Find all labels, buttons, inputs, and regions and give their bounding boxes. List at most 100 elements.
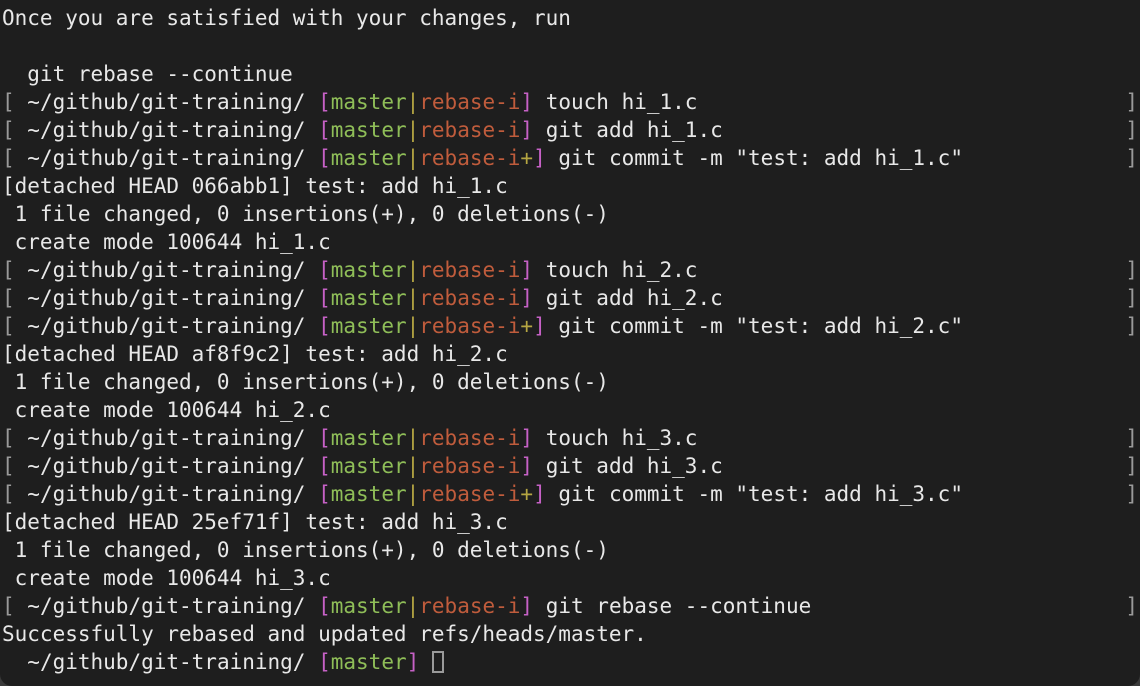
prompt-command-gap <box>533 454 546 478</box>
branch-separator: | <box>406 426 420 450</box>
prompt-path: ~/github/git-training/ <box>14 650 319 674</box>
output-changed-1: 1 file changed, 0 insertions(+), 0 delet… <box>0 200 1140 228</box>
prompt-right-bracket: ] <box>1125 286 1138 310</box>
branch-name: master <box>330 258 407 282</box>
branch-close-bracket: ] <box>520 286 534 310</box>
prompt-command-gap <box>533 258 546 282</box>
branch-open-bracket: [ <box>318 146 331 170</box>
branch-separator: | <box>406 482 420 506</box>
prompt-command-gap <box>533 594 546 618</box>
prompt-path: ~/github/git-training/ <box>14 118 319 142</box>
rebase-state-label: rebase-i <box>419 454 521 478</box>
prompt-right-bracket: ] <box>1125 594 1138 618</box>
terminal-output-text: [detached HEAD 25ef71f] test: add hi_3.c <box>2 510 508 534</box>
prompt-command: touch hi_3.c <box>545 426 698 450</box>
branch-separator: | <box>406 146 420 170</box>
prompt-command: git commit -m "test: add hi_2.c" <box>558 314 963 338</box>
prompt-left-bracket: [ <box>2 482 15 506</box>
prompt-add-1: [ ~/github/git-training/ [master|rebase-… <box>0 116 1140 144</box>
prompt-left-bracket: [ <box>2 258 15 282</box>
branch-open-bracket: [ <box>318 482 331 506</box>
rebase-state-label: rebase-i <box>419 286 521 310</box>
prompt-left-bracket: [ <box>2 118 15 142</box>
prompt-command: touch hi_1.c <box>545 90 698 114</box>
prompt-left-bracket: [ <box>2 286 15 310</box>
branch-open-bracket: [ <box>318 258 331 282</box>
terminal-output-text: 1 file changed, 0 insertions(+), 0 delet… <box>2 202 609 226</box>
rebase-state-label: rebase-i <box>419 258 521 282</box>
branch-name: master <box>330 90 407 114</box>
hint-command: git rebase --continue <box>0 60 1140 88</box>
dirty-marker: + <box>520 482 534 506</box>
terminal-output-text: create mode 100644 hi_1.c <box>2 230 331 254</box>
branch-close-bracket: ] <box>520 454 534 478</box>
terminal-window[interactable]: Once you are satisfied with your changes… <box>0 0 1140 686</box>
branch-open-bracket: [ <box>318 426 331 450</box>
prompt-command-gap <box>546 482 559 506</box>
branch-close-bracket: ] <box>533 482 546 506</box>
branch-open-bracket: [ <box>318 650 331 674</box>
branch-open-bracket: [ <box>318 594 331 618</box>
branch-name: master <box>330 482 407 506</box>
branch-separator: | <box>406 118 420 142</box>
rebase-state-label: rebase-i <box>419 314 521 338</box>
prompt-commit-3: [ ~/github/git-training/ [master|rebase-… <box>0 480 1140 508</box>
terminal-screen[interactable]: Once you are satisfied with your changes… <box>0 0 1140 676</box>
branch-separator: | <box>406 258 420 282</box>
terminal-output-text: create mode 100644 hi_3.c <box>2 566 331 590</box>
prompt-path: ~/github/git-training/ <box>14 146 319 170</box>
prompt-path: ~/github/git-training/ <box>14 258 319 282</box>
prompt-right-bracket: ] <box>1125 314 1138 338</box>
prompt-touch-1: [ ~/github/git-training/ [master|rebase-… <box>0 88 1140 116</box>
branch-close-bracket: ] <box>533 146 546 170</box>
rebase-state-label: rebase-i <box>419 90 521 114</box>
prompt-final: ~/github/git-training/ [master] <box>0 648 1140 676</box>
prompt-rebase-continue: [ ~/github/git-training/ [master|rebase-… <box>0 592 1140 620</box>
output-createmode-2: create mode 100644 hi_2.c <box>0 396 1140 424</box>
branch-separator: | <box>406 314 420 338</box>
prompt-command-gap <box>546 146 559 170</box>
branch-name: master <box>330 286 407 310</box>
prompt-left-bracket: [ <box>2 454 15 478</box>
branch-open-bracket: [ <box>318 454 331 478</box>
rebase-state-label: rebase-i <box>419 426 521 450</box>
output-createmode-3: create mode 100644 hi_3.c <box>0 564 1140 592</box>
terminal-output-text: Successfully rebased and updated refs/he… <box>2 622 647 646</box>
prompt-command: git commit -m "test: add hi_1.c" <box>558 146 963 170</box>
branch-name: master <box>330 426 407 450</box>
branch-open-bracket: [ <box>318 90 331 114</box>
output-detached-2: [detached HEAD af8f9c2] test: add hi_2.c <box>0 340 1140 368</box>
prompt-left-bracket: [ <box>2 314 15 338</box>
rebase-state-label: rebase-i <box>419 594 521 618</box>
terminal-output-text: Once you are satisfied with your changes… <box>2 6 571 30</box>
hint-line-1: Once you are satisfied with your changes… <box>0 4 1140 32</box>
branch-separator: | <box>406 286 420 310</box>
terminal-output-text: 1 file changed, 0 insertions(+), 0 delet… <box>2 370 609 394</box>
prompt-command: git add hi_1.c <box>545 118 723 142</box>
output-detached-3: [detached HEAD 25ef71f] test: add hi_3.c <box>0 508 1140 536</box>
output-changed-3: 1 file changed, 0 insertions(+), 0 delet… <box>0 536 1140 564</box>
prompt-right-bracket: ] <box>1125 118 1138 142</box>
prompt-left-bracket: [ <box>2 594 15 618</box>
branch-close-bracket: ] <box>520 426 534 450</box>
branch-open-bracket: [ <box>318 286 331 310</box>
prompt-path: ~/github/git-training/ <box>14 90 319 114</box>
branch-close-bracket: ] <box>520 118 534 142</box>
prompt-command: git add hi_3.c <box>545 454 723 478</box>
prompt-path: ~/github/git-training/ <box>14 482 319 506</box>
rebase-state-label: rebase-i <box>419 118 521 142</box>
prompt-left-bracket: [ <box>2 90 15 114</box>
branch-name: master <box>330 650 407 674</box>
prompt-command: git rebase --continue <box>545 594 812 618</box>
prompt-path: ~/github/git-training/ <box>14 594 319 618</box>
prompt-right-bracket: ] <box>1125 146 1138 170</box>
output-success: Successfully rebased and updated refs/he… <box>0 620 1140 648</box>
prompt-commit-2: [ ~/github/git-training/ [master|rebase-… <box>0 312 1140 340</box>
prompt-command-gap <box>533 90 546 114</box>
prompt-command-gap <box>533 286 546 310</box>
prompt-path: ~/github/git-training/ <box>14 286 319 310</box>
prompt-path: ~/github/git-training/ <box>14 454 319 478</box>
output-changed-2: 1 file changed, 0 insertions(+), 0 delet… <box>0 368 1140 396</box>
branch-separator: | <box>406 594 420 618</box>
